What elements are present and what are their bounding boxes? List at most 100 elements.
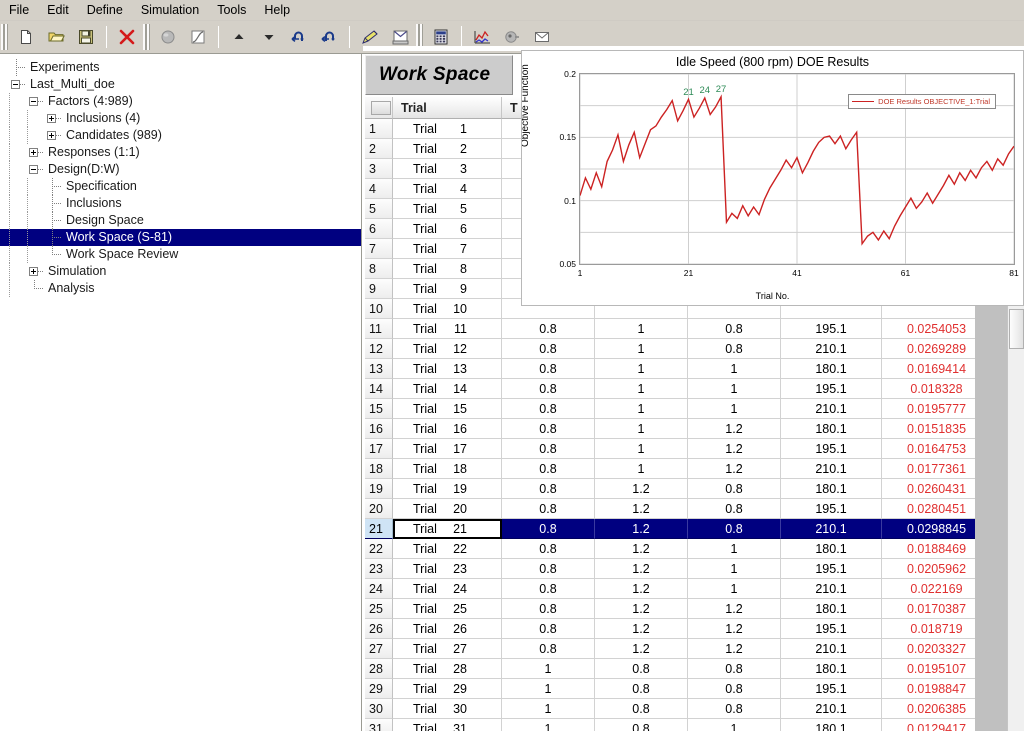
table-row[interactable]: 23 Trial 23 0.8 1.2 1 195.1 0.0205962: [365, 559, 1024, 579]
cell-factor3[interactable]: 0.8: [688, 479, 781, 499]
cell-factor1[interactable]: 0.8: [502, 539, 595, 559]
cell-factor4[interactable]: 210.1: [781, 699, 882, 719]
tree-item-last-multi-doe[interactable]: Last_Multi_doe: [0, 76, 361, 93]
cell-factor2[interactable]: 1: [595, 359, 688, 379]
menu-item-help[interactable]: Help: [255, 1, 299, 19]
table-row[interactable]: 19 Trial 19 0.8 1.2 0.8 180.1 0.0260431: [365, 479, 1024, 499]
row-number-header[interactable]: 23: [365, 559, 393, 579]
table-row[interactable]: 12 Trial 12 0.8 1 0.8 210.1 0.0269289: [365, 339, 1024, 359]
redo-icon[interactable]: [316, 24, 342, 50]
cell-trial-name[interactable]: Trial 30: [393, 699, 502, 719]
cell-factor2[interactable]: 1: [595, 459, 688, 479]
cell-trial-name[interactable]: Trial 6: [393, 219, 502, 239]
cell-factor4[interactable]: 210.1: [781, 399, 882, 419]
table-row[interactable]: 29 Trial 29 1 0.8 0.8 195.1 0.0198847: [365, 679, 1024, 699]
cell-factor4[interactable]: 195.1: [781, 559, 882, 579]
cell-factor3[interactable]: 1.2: [688, 599, 781, 619]
column-header-trial[interactable]: Trial: [393, 97, 502, 119]
row-number-header[interactable]: 14: [365, 379, 393, 399]
cell-factor3[interactable]: 1: [688, 719, 781, 731]
row-number-header[interactable]: 22: [365, 539, 393, 559]
cell-factor4[interactable]: 210.1: [781, 339, 882, 359]
cell-trial-name[interactable]: Trial 23: [393, 559, 502, 579]
tree-item-simulation[interactable]: Simulation: [0, 263, 361, 280]
table-row[interactable]: 31 Trial 31 1 0.8 1 180.1 0.0129417: [365, 719, 1024, 731]
cell-factor2[interactable]: 1.2: [595, 619, 688, 639]
cell-factor2[interactable]: 1.2: [595, 599, 688, 619]
cell-trial-name[interactable]: Trial 11: [393, 319, 502, 339]
row-number-header[interactable]: 10: [365, 299, 393, 319]
table-row[interactable]: 16 Trial 16 0.8 1 1.2 180.1 0.0151835: [365, 419, 1024, 439]
tree-item-specification[interactable]: Specification: [0, 178, 361, 195]
cell-factor2[interactable]: 1: [595, 379, 688, 399]
cell-trial-name[interactable]: Trial 28: [393, 659, 502, 679]
cell-trial-name[interactable]: Trial 9: [393, 279, 502, 299]
cell-trial-name[interactable]: Trial 19: [393, 479, 502, 499]
collapse-minus-icon[interactable]: [26, 161, 44, 178]
tree-item-analysis[interactable]: Analysis: [0, 280, 361, 297]
menu-item-tools[interactable]: Tools: [208, 1, 255, 19]
cell-factor1[interactable]: 1: [502, 659, 595, 679]
cell-factor3[interactable]: 0.8: [688, 319, 781, 339]
cell-trial-name[interactable]: Trial 4: [393, 179, 502, 199]
row-number-header[interactable]: 24: [365, 579, 393, 599]
cell-trial-name[interactable]: Trial 26: [393, 619, 502, 639]
cell-trial-name[interactable]: Trial 18: [393, 459, 502, 479]
cell-trial-name[interactable]: Trial 31: [393, 719, 502, 731]
cell-factor4[interactable]: 210.1: [781, 519, 882, 539]
cell-factor1[interactable]: 0.8: [502, 499, 595, 519]
table-row[interactable]: 27 Trial 27 0.8 1.2 1.2 210.1 0.0203327: [365, 639, 1024, 659]
tree-item-design-space[interactable]: Design Space: [0, 212, 361, 229]
row-number-header[interactable]: 30: [365, 699, 393, 719]
undo-icon[interactable]: [286, 24, 312, 50]
cell-factor4[interactable]: 195.1: [781, 439, 882, 459]
table-row[interactable]: 20 Trial 20 0.8 1.2 0.8 195.1 0.0280451: [365, 499, 1024, 519]
row-number-header[interactable]: 9: [365, 279, 393, 299]
expand-plus-icon[interactable]: [44, 110, 62, 127]
cell-factor4[interactable]: 180.1: [781, 539, 882, 559]
cell-trial-name[interactable]: Trial 17: [393, 439, 502, 459]
cell-factor1[interactable]: 1: [502, 679, 595, 699]
cell-factor2[interactable]: 1.2: [595, 519, 688, 539]
table-row[interactable]: 21 Trial 21 0.8 1.2 0.8 210.1 0.0298845: [365, 519, 1024, 539]
cell-factor1[interactable]: 0.8: [502, 399, 595, 419]
cell-factor2[interactable]: 1.2: [595, 579, 688, 599]
cell-factor2[interactable]: 0.8: [595, 699, 688, 719]
cell-trial-name[interactable]: Trial 3: [393, 159, 502, 179]
cell-trial-name[interactable]: Trial 5: [393, 199, 502, 219]
row-number-header[interactable]: 21: [365, 519, 393, 539]
table-row[interactable]: 15 Trial 15 0.8 1 1 210.1 0.0195777: [365, 399, 1024, 419]
cell-factor2[interactable]: 1.2: [595, 479, 688, 499]
cell-factor3[interactable]: 1: [688, 579, 781, 599]
vertical-scrollbar[interactable]: [1007, 306, 1024, 731]
cell-factor1[interactable]: 0.8: [502, 419, 595, 439]
menu-item-simulation[interactable]: Simulation: [132, 1, 208, 19]
cell-trial-name[interactable]: Trial 21: [393, 519, 502, 539]
cell-factor1[interactable]: 0.8: [502, 319, 595, 339]
expand-plus-icon[interactable]: [26, 144, 44, 161]
row-number-header[interactable]: 28: [365, 659, 393, 679]
cell-trial-name[interactable]: Trial 8: [393, 259, 502, 279]
toolbar-grip[interactable]: [1, 24, 8, 50]
row-number-header[interactable]: 26: [365, 619, 393, 639]
experiment-tree[interactable]: Experiments Last_Multi_doe Factors (4:989)…: [0, 54, 361, 297]
cell-factor2[interactable]: 1.2: [595, 639, 688, 659]
delete-x-icon[interactable]: [114, 24, 140, 50]
cell-trial-name[interactable]: Trial 20: [393, 499, 502, 519]
cell-trial-name[interactable]: Trial 15: [393, 399, 502, 419]
sphere-icon[interactable]: [155, 24, 181, 50]
table-row[interactable]: 11 Trial 11 0.8 1 0.8 195.1 0.0254053: [365, 319, 1024, 339]
table-row[interactable]: 22 Trial 22 0.8 1.2 1 180.1 0.0188469: [365, 539, 1024, 559]
row-number-header[interactable]: 2: [365, 139, 393, 159]
row-number-header[interactable]: 11: [365, 319, 393, 339]
tree-item-factors-4-989[interactable]: Factors (4:989): [0, 93, 361, 110]
cell-factor3[interactable]: 1: [688, 359, 781, 379]
cell-factor2[interactable]: 0.8: [595, 679, 688, 699]
cell-factor3[interactable]: 0.8: [688, 339, 781, 359]
cell-trial-name[interactable]: Trial 7: [393, 239, 502, 259]
table-row[interactable]: 24 Trial 24 0.8 1.2 1 210.1 0.022169: [365, 579, 1024, 599]
cell-factor1[interactable]: 1: [502, 699, 595, 719]
cell-factor4[interactable]: 210.1: [781, 459, 882, 479]
cell-factor4[interactable]: 195.1: [781, 379, 882, 399]
table-row[interactable]: 17 Trial 17 0.8 1 1.2 195.1 0.0164753: [365, 439, 1024, 459]
